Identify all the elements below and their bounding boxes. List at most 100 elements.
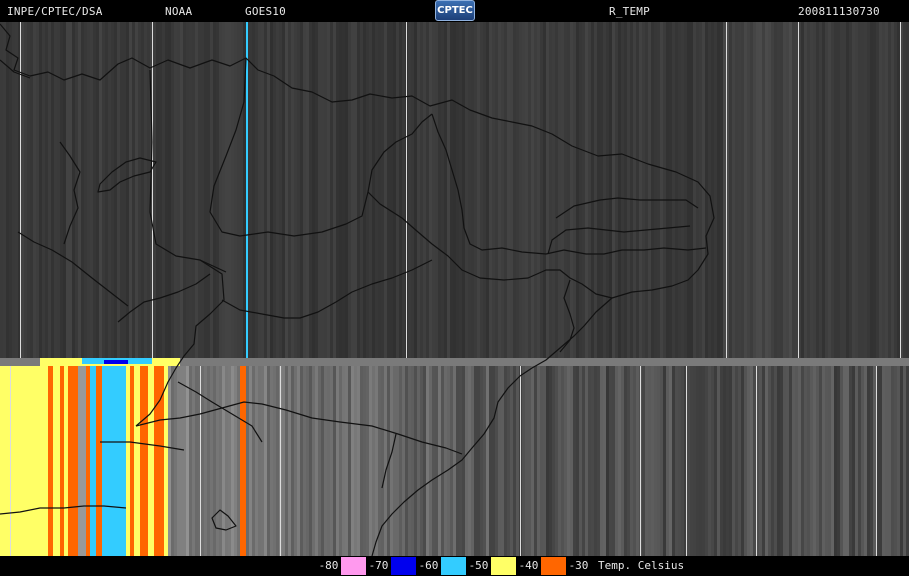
image-stripe [846, 366, 849, 556]
image-stripe [561, 366, 564, 556]
image-stripe [765, 22, 768, 362]
image-stripe [720, 22, 723, 362]
image-stripe [687, 22, 690, 362]
image-stripe [513, 22, 516, 362]
image-stripe [411, 22, 414, 362]
image-stripe [657, 366, 660, 556]
image-stripe [879, 366, 882, 556]
image-stripe [588, 366, 591, 556]
image-stripe [228, 366, 231, 556]
image-stripe [57, 22, 60, 362]
image-stripe [123, 22, 126, 362]
scan-line [798, 22, 799, 358]
image-stripe [354, 366, 357, 556]
image-stripe [651, 366, 654, 556]
image-stripe [690, 22, 693, 362]
image-stripe [273, 22, 276, 362]
image-stripe [306, 22, 309, 362]
image-stripe [858, 366, 861, 556]
image-stripe [534, 366, 537, 556]
image-stripe [219, 22, 222, 362]
image-stripe [840, 366, 843, 556]
image-stripe [177, 22, 180, 362]
image-stripe [552, 366, 555, 556]
image-stripe [807, 22, 810, 362]
image-stripe [252, 22, 255, 362]
image-stripe [78, 22, 81, 362]
image-stripe [12, 22, 15, 362]
image-stripe [531, 366, 534, 556]
legend-tick-label: -30 [566, 557, 591, 575]
image-stripe [585, 22, 588, 362]
image-stripe [510, 366, 513, 556]
scan-line [280, 366, 281, 556]
image-stripe [549, 366, 552, 556]
image-stripe [285, 22, 288, 362]
image-stripe [465, 366, 468, 556]
cloud-top-band [60, 366, 64, 556]
image-stripe [144, 22, 147, 362]
image-stripe [288, 22, 291, 362]
cloud-top-band [48, 366, 53, 556]
image-stripe [444, 22, 447, 362]
image-stripe [747, 366, 750, 556]
image-stripe [90, 22, 93, 362]
image-stripe [543, 22, 546, 362]
image-stripe [507, 366, 510, 556]
image-stripe [234, 22, 237, 362]
image-stripe [417, 366, 420, 556]
image-stripe [285, 366, 288, 556]
image-stripe [348, 22, 351, 362]
image-stripe [543, 366, 546, 556]
scan-line-cyan [246, 22, 248, 358]
image-stripe [366, 366, 369, 556]
image-stripe [474, 366, 477, 556]
image-stripe [849, 22, 852, 362]
satellite-image [0, 22, 909, 556]
image-stripe [477, 366, 480, 556]
image-stripe [627, 22, 630, 362]
image-stripe [201, 366, 204, 556]
image-stripe [282, 366, 285, 556]
image-stripe [771, 366, 774, 556]
image-stripe [624, 366, 627, 556]
image-stripe [525, 366, 528, 556]
image-stripe [567, 366, 570, 556]
image-stripe [369, 366, 372, 556]
header-bar: INPE/CPTEC/DSA NOAA GOES10 CPTEC R_TEMP … [0, 0, 909, 22]
image-stripe [495, 366, 498, 556]
image-stripe [519, 22, 522, 362]
image-stripe [267, 366, 270, 556]
image-stripe [402, 22, 405, 362]
image-stripe [744, 366, 747, 556]
image-stripe [561, 22, 564, 362]
image-stripe [306, 366, 309, 556]
image-stripe [261, 22, 264, 362]
source-label: INPE/CPTEC/DSA [7, 5, 103, 18]
image-stripe [372, 366, 375, 556]
product-label: R_TEMP [609, 5, 650, 18]
cloud-seam [104, 360, 128, 364]
image-stripe [177, 366, 180, 556]
image-stripe [546, 366, 549, 556]
image-stripe [465, 22, 468, 362]
image-stripe [444, 366, 447, 556]
image-stripe [186, 366, 189, 556]
image-stripe [423, 366, 426, 556]
image-stripe [852, 22, 855, 362]
image-stripe [420, 366, 423, 556]
image-stripe [621, 22, 624, 362]
image-stripe [633, 22, 636, 362]
image-stripe [438, 366, 441, 556]
image-stripe [51, 22, 54, 362]
image-stripe [687, 366, 690, 556]
image-stripe [87, 22, 90, 362]
image-stripe [432, 366, 435, 556]
legend-unit-label: Temp. Celsius [598, 559, 685, 572]
image-stripe [447, 22, 450, 362]
image-stripe [36, 22, 39, 362]
cloud-top-band [102, 366, 126, 556]
image-stripe [360, 366, 363, 556]
image-stripe [69, 22, 72, 362]
image-stripe [702, 366, 705, 556]
